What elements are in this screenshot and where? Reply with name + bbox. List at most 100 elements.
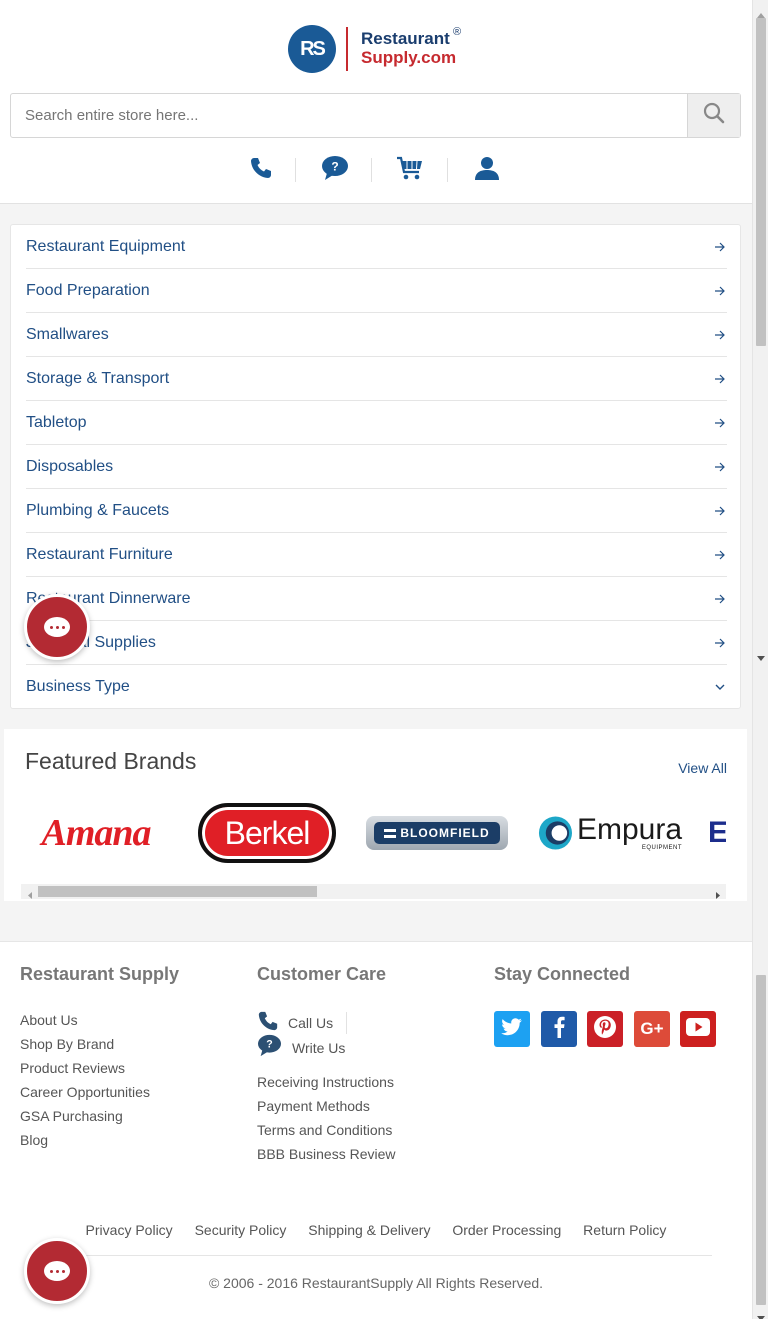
menu-item-tabletop[interactable]: Tabletop: [26, 401, 727, 445]
live-chat-button[interactable]: [24, 1238, 90, 1304]
return-policy-link[interactable]: Return Policy: [583, 1222, 666, 1238]
scrollbar-thumb[interactable]: [756, 18, 766, 346]
arrow-right-icon: [713, 504, 727, 518]
brand-logo-empura[interactable]: Empura EQUIPMENT: [537, 799, 682, 867]
chat-icon: [44, 1261, 70, 1281]
brand-logo-partial[interactable]: E: [708, 799, 726, 867]
account-icon: [474, 155, 500, 186]
brand-logo-bloomfield[interactable]: BLOOMFIELD: [366, 799, 508, 867]
footer-link-terms-and-conditions[interactable]: Terms and Conditions: [257, 1122, 392, 1138]
arrow-right-icon: [713, 372, 727, 386]
menu-item-disposables[interactable]: Disposables: [26, 445, 727, 489]
brand-carousel: Amana Berkel BLOOMFIELD Empura EQUIPMENT…: [25, 799, 726, 867]
menu-item-label: Tabletop: [26, 413, 87, 431]
brand-logo-berkel[interactable]: Berkel: [197, 799, 337, 867]
page-scrollbar[interactable]: [752, 0, 768, 1319]
shipping-delivery-link[interactable]: Shipping & Delivery: [308, 1222, 430, 1238]
footer-link-bbb-business-review[interactable]: BBB Business Review: [257, 1146, 396, 1162]
account-button[interactable]: [457, 152, 517, 188]
footer-link-payment-methods[interactable]: Payment Methods: [257, 1098, 370, 1114]
menu-item-label: Plumbing & Faucets: [26, 501, 170, 519]
footer-link-blog[interactable]: Blog: [20, 1132, 48, 1148]
pinterest-button[interactable]: [587, 1011, 623, 1047]
footer-link-gsa-purchasing[interactable]: GSA Purchasing: [20, 1108, 123, 1124]
arrow-right-icon: [713, 636, 727, 650]
scrollbar-thumb[interactable]: [756, 975, 766, 1305]
chat-icon: [44, 617, 70, 637]
copyright-text: © 2006 - 2016 RestaurantSupply All Right…: [208, 1275, 544, 1291]
search-bar: [10, 93, 741, 138]
arrow-right-icon: [713, 592, 727, 606]
menu-item-restaurant-dinnerware[interactable]: Restaurant Dinnerware: [26, 577, 727, 621]
security-policy-link[interactable]: Security Policy: [195, 1222, 287, 1238]
menu-item-janitorial-supplies[interactable]: Janitorial Supplies: [26, 621, 727, 665]
facebook-icon: [552, 1016, 566, 1043]
arrow-right-icon: [713, 284, 727, 298]
arrow-right-icon: [713, 416, 727, 430]
logo-mark: RS: [288, 25, 336, 73]
google-plus-icon: G+: [640, 1019, 664, 1038]
menu-item-plumbing-faucets[interactable]: Plumbing & Faucets: [26, 489, 727, 533]
facebook-button[interactable]: [541, 1011, 577, 1047]
footer-link-career-opportunities[interactable]: Career Opportunities: [20, 1084, 150, 1100]
privacy-policy-link[interactable]: Privacy Policy: [86, 1222, 173, 1238]
menu-item-food-preparation[interactable]: Food Preparation: [26, 269, 727, 313]
menu-item-business-type[interactable]: Business Type: [26, 665, 727, 709]
brand-name: E: [708, 816, 726, 849]
pinterest-icon: [593, 1015, 617, 1044]
twitter-button[interactable]: [494, 1011, 530, 1047]
brand-subtext: EQUIPMENT: [641, 845, 682, 851]
search-input[interactable]: [11, 94, 687, 137]
footer-heading: Restaurant Supply: [20, 964, 180, 984]
footer-link-shop-by-brand[interactable]: Shop By Brand: [20, 1036, 114, 1052]
scroll-left-icon[interactable]: [26, 887, 34, 905]
footer-column-restaurant-supply: Restaurant Supply About Us Shop By Brand…: [20, 964, 240, 1148]
phone-button[interactable]: [231, 152, 291, 188]
menu-item-storage-transport[interactable]: Storage & Transport: [26, 357, 727, 401]
site-header: RS Restaurant ® Supply.com Search entire…: [0, 0, 752, 204]
site-footer: Restaurant Supply About Us Shop By Brand…: [0, 941, 752, 1319]
write-us-link[interactable]: ? Write Us: [257, 1034, 367, 1060]
menu-item-smallwares[interactable]: Smallwares: [26, 313, 727, 357]
scrollbar-thumb[interactable]: [38, 886, 317, 897]
site-logo[interactable]: RS Restaurant ® Supply.com: [288, 25, 468, 75]
featured-brands-section: Featured Brands View All Amana Berkel BL…: [4, 729, 747, 901]
logo-text-supply: Supply.com: [361, 48, 457, 67]
scroll-down-icon[interactable]: [757, 649, 765, 667]
menu-item-label: Food Preparation: [26, 281, 150, 299]
scroll-down-icon[interactable]: [757, 1309, 765, 1319]
search-button[interactable]: [687, 94, 740, 137]
brand-name: Berkel: [224, 814, 311, 851]
bloomfield-mark: [384, 828, 397, 838]
footer-link-receiving-instructions[interactable]: Receiving Instructions: [257, 1074, 394, 1090]
google-plus-button[interactable]: G+: [634, 1011, 670, 1047]
footer-column-stay-connected: Stay Connected: [494, 964, 734, 985]
cart-button[interactable]: [380, 152, 440, 188]
chevron-down-icon: [713, 680, 727, 694]
youtube-button[interactable]: [680, 1011, 716, 1047]
call-us-link[interactable]: Call Us: [257, 1011, 347, 1034]
footer-link-product-reviews[interactable]: Product Reviews: [20, 1060, 125, 1076]
footer-link-about-us[interactable]: About Us: [20, 1012, 78, 1028]
footer-divider: [40, 1255, 712, 1256]
arrow-right-icon: [713, 460, 727, 474]
arrow-right-icon: [713, 548, 727, 562]
menu-item-restaurant-equipment[interactable]: Restaurant Equipment: [26, 225, 727, 269]
view-all-brands-link[interactable]: View All: [678, 760, 727, 776]
brand-name: BLOOMFIELD: [400, 826, 490, 840]
arrow-right-icon: [713, 328, 727, 342]
logo-registered-mark: ®: [453, 26, 462, 38]
youtube-icon: [685, 1017, 711, 1042]
help-chat-button[interactable]: ?: [305, 152, 365, 188]
menu-item-restaurant-furniture[interactable]: Restaurant Furniture: [26, 533, 727, 577]
scroll-right-icon[interactable]: [714, 887, 722, 905]
order-processing-link[interactable]: Order Processing: [452, 1222, 561, 1238]
icon-divider: [447, 158, 448, 182]
menu-item-label: Restaurant Furniture: [26, 545, 173, 563]
write-us-label: Write Us: [292, 1040, 346, 1056]
logo-text-restaurant: Restaurant: [361, 29, 450, 48]
brand-name: Amana: [41, 812, 151, 854]
brand-logo-amana[interactable]: Amana: [25, 799, 167, 867]
live-chat-button[interactable]: [24, 594, 90, 660]
brand-carousel-scrollbar[interactable]: [21, 884, 726, 899]
